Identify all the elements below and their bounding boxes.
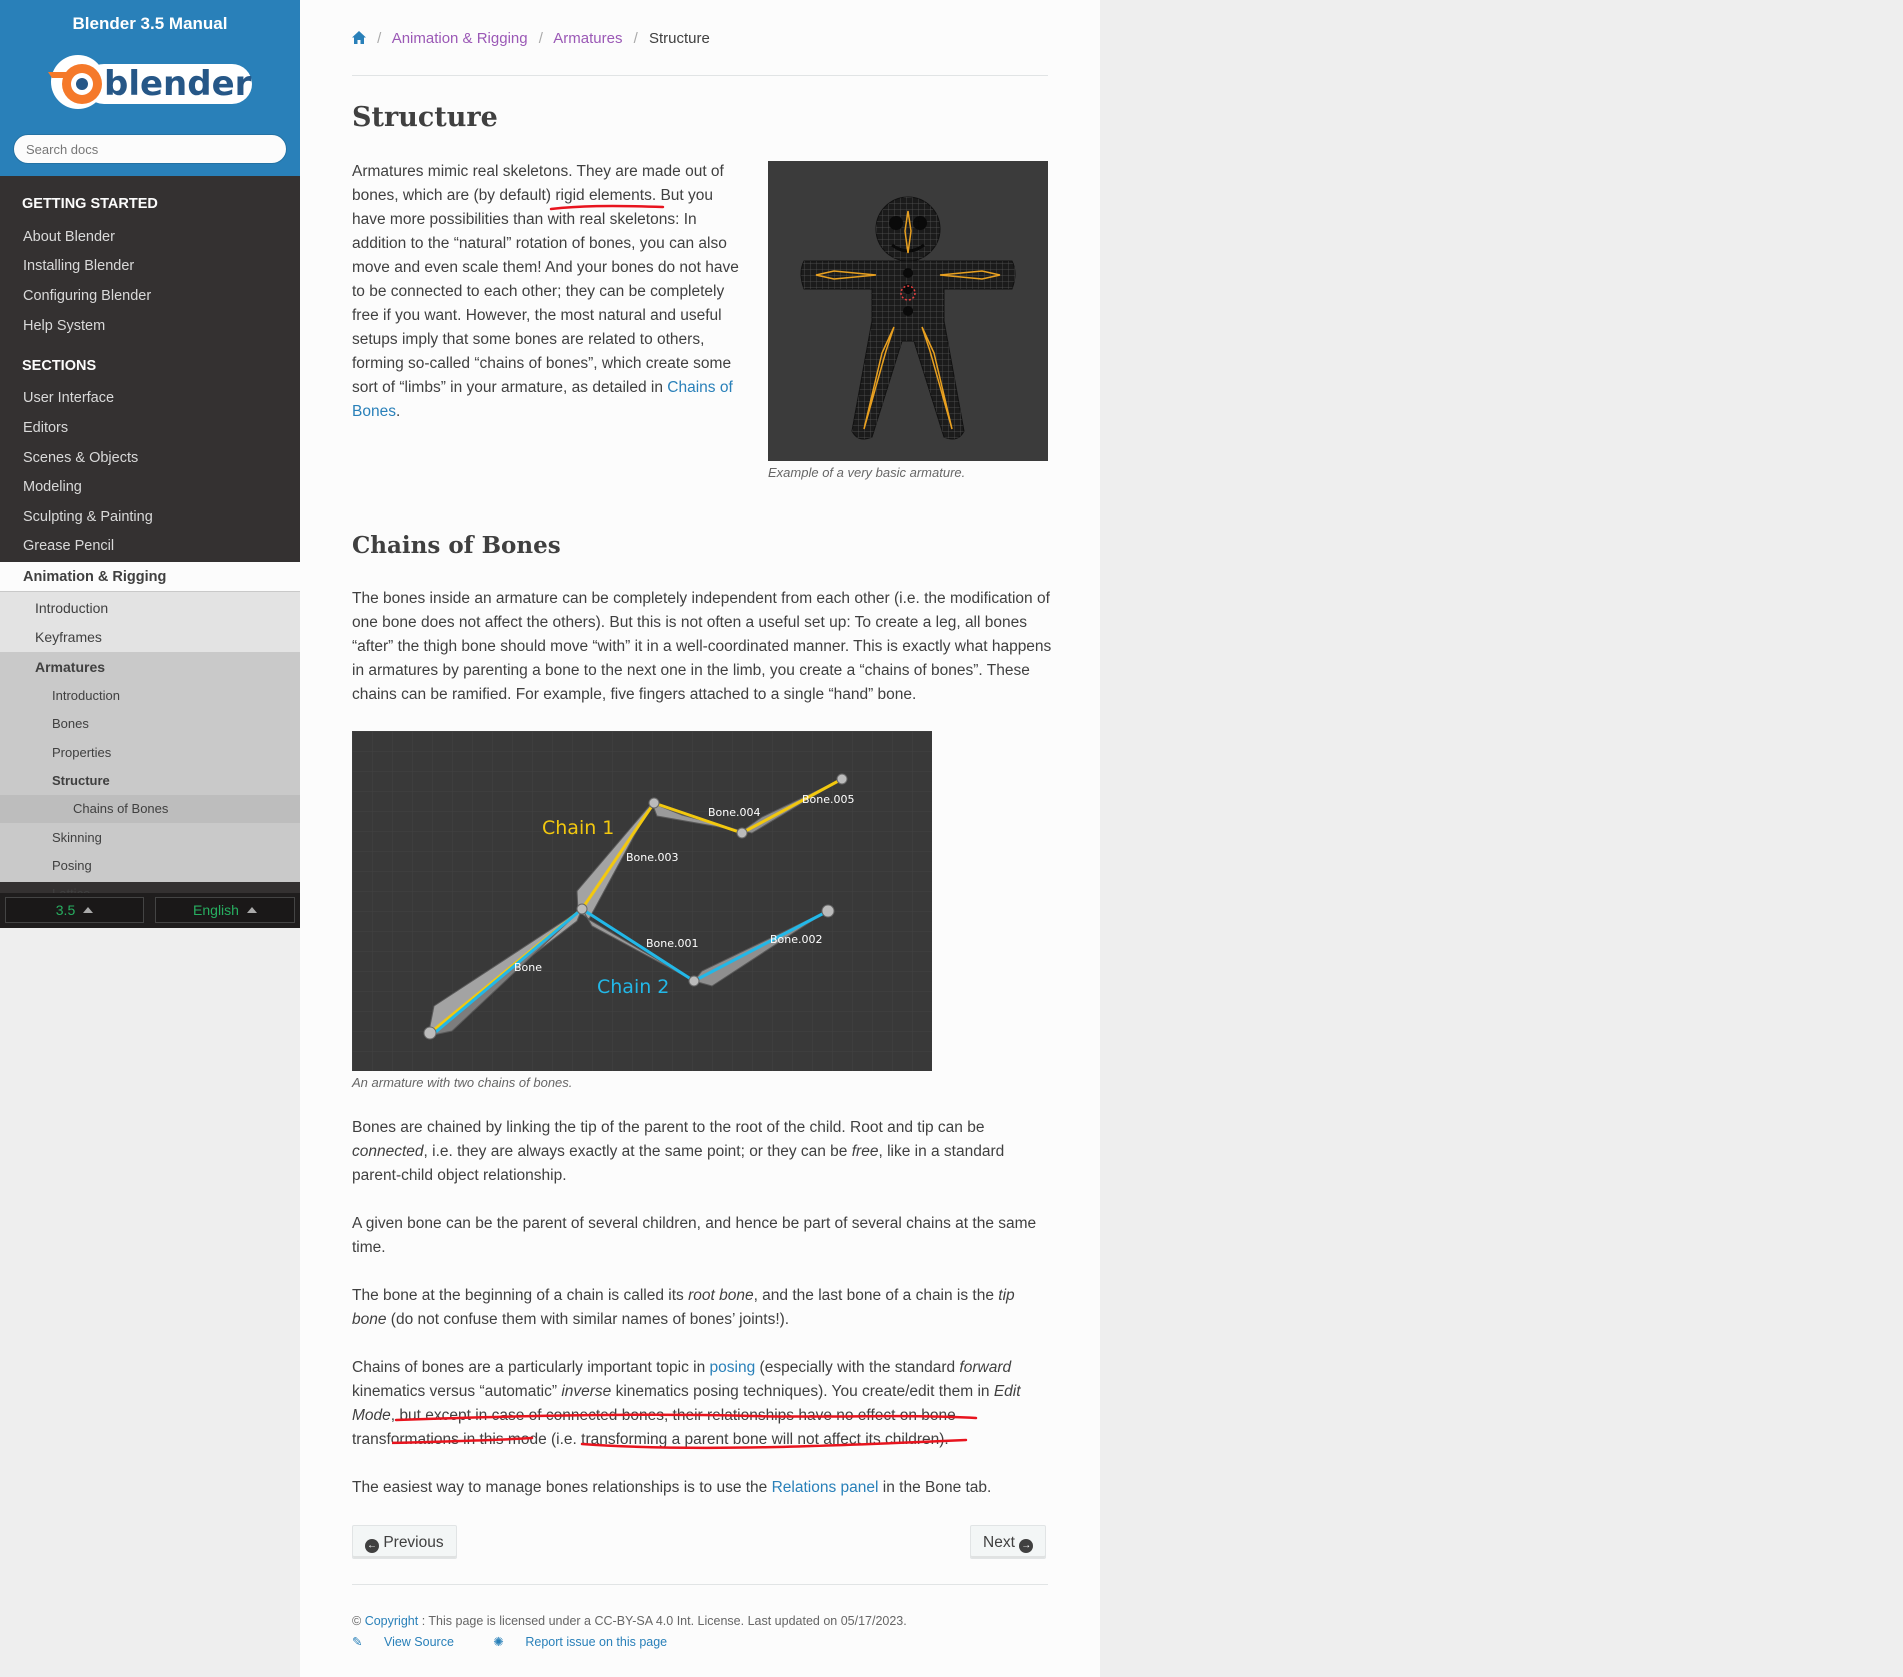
nav-sculpting-painting[interactable]: Sculpting & Painting [0, 502, 300, 532]
bone-label: Bone.002 [770, 933, 823, 946]
footer-links: ✎ View Source ✺ Report issue on this pag… [352, 1634, 703, 1649]
page-title: Structure [352, 102, 498, 133]
two-chains-figure: Bone Bone.001 Bone.002 Bone.003 Bone.004… [352, 731, 932, 1071]
breadcrumb-animation-rigging[interactable]: Animation & Rigging [392, 30, 528, 47]
nav-armatures-introduction[interactable]: Introduction [0, 682, 300, 710]
bone-label: Bone.005 [802, 793, 855, 806]
blender-logo[interactable]: blender [44, 50, 256, 114]
sidebar: Blender 3.5 Manual blender GETTING START… [0, 0, 300, 928]
svg-text:blender: blender [104, 64, 252, 104]
nav-user-interface[interactable]: User Interface [0, 383, 300, 413]
linking-paragraph: Bones are chained by linking the tip of … [352, 1119, 1005, 1184]
footer-copyright: © Copyright : This page is licensed unde… [352, 1614, 907, 1628]
caret-up-icon [246, 907, 257, 913]
breadcrumb-armatures[interactable]: Armatures [553, 30, 622, 47]
divider [352, 1584, 1048, 1585]
nav-posing[interactable]: Posing [0, 852, 300, 880]
breadcrumb-separator: / [538, 30, 543, 47]
breadcrumb: / Animation & Rigging / Armatures / Stru… [352, 30, 1048, 47]
version-label: 3.5 [55, 902, 76, 918]
bone-label: Bone.003 [626, 851, 679, 864]
root-bone-paragraph: The bone at the beginning of a chain is … [352, 1287, 1015, 1328]
section-title: Chains of Bones [352, 532, 561, 559]
parent-paragraph: A given bone can be the parent of severa… [352, 1215, 1037, 1256]
nav-modeling[interactable]: Modeling [0, 472, 300, 502]
posing-link[interactable]: posing [710, 1359, 756, 1376]
relations-paragraph: The easiest way to manage bones relation… [352, 1479, 992, 1496]
bone-label: Bone.001 [646, 937, 699, 950]
nav-bones[interactable]: Bones [0, 710, 300, 738]
nav-animation-rigging[interactable]: Animation & Rigging [0, 562, 300, 592]
bone-label: Bone.004 [708, 806, 761, 819]
posing-paragraph: Chains of bones are a particularly impor… [352, 1359, 1021, 1448]
nav-help-system[interactable]: Help System [0, 311, 300, 341]
nav-anim-introduction[interactable]: Introduction [0, 593, 300, 623]
version-switcher: 3.5 English [0, 893, 300, 928]
basic-armature-figure [768, 161, 1048, 461]
figure-caption: Example of a very basic armature. [768, 465, 966, 480]
breadcrumb-current: Structure [649, 30, 710, 47]
relations-panel-link[interactable]: Relations panel [772, 1479, 879, 1496]
nav-scenes-objects[interactable]: Scenes & Objects [0, 443, 300, 473]
breadcrumb-separator: / [633, 30, 638, 47]
arrow-right-circle-icon: → [1019, 1539, 1034, 1553]
nav-installing-blender[interactable]: Installing Blender [0, 251, 300, 281]
chain-2-label: Chain 2 [597, 976, 669, 998]
nav-structure[interactable]: Structure [0, 767, 300, 795]
home-icon[interactable] [352, 31, 366, 44]
arrow-left-circle-icon: ← [365, 1539, 379, 1553]
version-button[interactable]: 3.5 [5, 897, 144, 923]
divider [352, 75, 1048, 76]
copyright-link[interactable]: Copyright [365, 1614, 419, 1628]
bug-icon: ✺ [493, 1635, 504, 1649]
chain-1-label: Chain 1 [542, 817, 614, 839]
edit-icon: ✎ [352, 1635, 363, 1649]
caption-getting-started: GETTING STARTED [22, 196, 158, 212]
nav-about-blender[interactable]: About Blender [0, 222, 300, 252]
rigid-elements-text: rigid elements [555, 187, 652, 204]
sidebar-header: Blender 3.5 Manual blender [0, 0, 300, 176]
view-source-link[interactable]: ✎ View Source [352, 1635, 472, 1649]
nav-grease-pencil[interactable]: Grease Pencil [0, 531, 300, 561]
figure-caption: An armature with two chains of bones. [352, 1075, 573, 1090]
bone-label: Bone [514, 961, 542, 974]
nav-armatures[interactable]: Armatures [0, 652, 300, 682]
language-button[interactable]: English [155, 897, 295, 923]
caret-up-icon [83, 907, 94, 913]
breadcrumb-separator: / [377, 30, 382, 47]
language-label: English [193, 902, 239, 918]
project-title-link[interactable]: Blender 3.5 Manual [0, 14, 300, 34]
intro-paragraph: Armatures mimic real skeletons. They are… [352, 163, 739, 420]
search-input[interactable] [13, 134, 287, 164]
next-button[interactable]: Next → [970, 1525, 1047, 1559]
nav-chains-of-bones[interactable]: Chains of Bones [0, 795, 300, 823]
chains-paragraph: The bones inside an armature can be comp… [352, 590, 1052, 703]
nav-properties[interactable]: Properties [0, 739, 300, 767]
previous-button[interactable]: ← Previous [352, 1525, 457, 1559]
report-issue-link[interactable]: ✺ Report issue on this page [493, 1635, 685, 1649]
nav-editors[interactable]: Editors [0, 413, 300, 443]
nav-configuring-blender[interactable]: Configuring Blender [0, 281, 300, 311]
nav-skinning[interactable]: Skinning [0, 824, 300, 852]
nav-keyframes[interactable]: Keyframes [0, 622, 300, 652]
caption-sections: SECTIONS [22, 358, 97, 374]
